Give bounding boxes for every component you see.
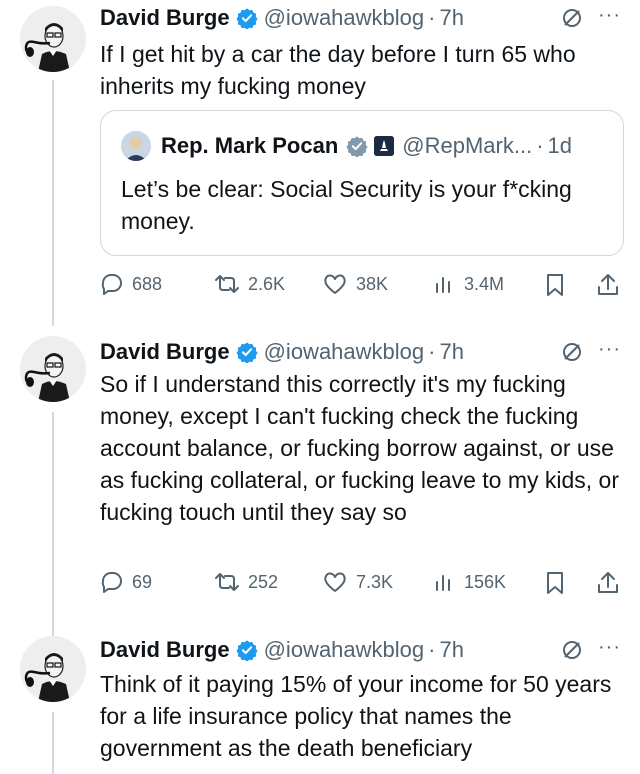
share-icon <box>598 572 618 593</box>
author-name[interactable]: David Burge <box>100 339 230 365</box>
thread-line <box>52 712 54 774</box>
tweet-header: David Burge @iowahawkblog · 7h <box>100 636 620 664</box>
like-button[interactable]: 38K <box>322 272 388 296</box>
quoted-author-name: Rep. Mark Pocan <box>161 133 339 158</box>
quoted-tweet-text: Let’s be clear: Social Security is your … <box>121 176 572 234</box>
author-handle[interactable]: @iowahawkblog <box>264 5 425 31</box>
bookmark-button[interactable] <box>544 272 574 298</box>
quoted-tweet-header: Rep. Mark Pocan @RepMark... · 1d <box>121 131 572 161</box>
tweet[interactable]: David Burge @iowahawkblog · 7h ··· If I … <box>0 0 640 326</box>
tweet[interactable]: David Burge @iowahawkblog · 7h ··· Think… <box>0 636 640 774</box>
share-button[interactable] <box>596 570 628 596</box>
separator-dot: · <box>428 637 436 662</box>
tweet-time[interactable]: 7h <box>439 5 463 31</box>
separator-dot: · <box>428 339 436 364</box>
avatar[interactable] <box>20 6 86 72</box>
reply-button[interactable]: 69 <box>100 570 152 594</box>
quoted-tweet-time: 1d <box>547 133 573 158</box>
tweet-actions: 69 252 7.3K 156K <box>100 570 630 600</box>
bookmark-button[interactable] <box>544 570 574 596</box>
share-icon <box>598 274 618 295</box>
views-icon <box>436 575 450 591</box>
more-icon[interactable]: ··· <box>598 636 621 659</box>
tweet[interactable]: David Burge @iowahawkblog · 7h ··· So if… <box>0 336 640 638</box>
views-button[interactable]: 156K <box>434 570 506 594</box>
tweet-header: David Burge @iowahawkblog · 7h <box>100 4 620 32</box>
tweet-header: David Burge @iowahawkblog · 7h <box>100 338 620 366</box>
like-button[interactable]: 7.3K <box>322 570 393 594</box>
grok-icon[interactable] <box>560 340 584 364</box>
bookmark-icon <box>547 572 563 594</box>
views-count: 156K <box>464 571 507 592</box>
more-icon[interactable]: ··· <box>598 338 621 361</box>
like-icon <box>324 274 346 294</box>
bookmark-icon <box>547 274 563 296</box>
like-icon <box>324 572 346 592</box>
grok-icon[interactable] <box>560 6 584 30</box>
more-icon[interactable]: ··· <box>598 4 621 27</box>
separator-dot: · <box>536 133 544 158</box>
share-button[interactable] <box>596 272 628 298</box>
tweet-text: If I get hit by a car the day before I t… <box>100 41 576 99</box>
quoted-tweet[interactable]: Rep. Mark Pocan @RepMark... · 1d Let’s b… <box>100 110 624 256</box>
repost-count: 2.6K <box>248 273 286 294</box>
repost-icon <box>215 573 239 591</box>
verified-badge-icon <box>346 136 368 157</box>
quoted-avatar <box>121 131 151 161</box>
reply-icon <box>101 572 122 593</box>
views-icon <box>436 277 450 293</box>
verified-badge-icon <box>235 342 258 363</box>
avatar[interactable] <box>20 336 86 402</box>
verified-badge-icon <box>235 640 258 661</box>
tweet-text: Think of it paying 15% of your income fo… <box>100 671 612 761</box>
reply-button[interactable]: 688 <box>100 272 162 296</box>
government-flag-icon <box>374 136 395 156</box>
like-count: 7.3K <box>356 571 394 592</box>
separator-dot: · <box>428 5 436 30</box>
reply-count: 688 <box>132 273 163 294</box>
reply-icon <box>101 274 122 295</box>
quoted-author-handle: @RepMark... <box>402 133 533 158</box>
avatar[interactable] <box>20 636 86 702</box>
verified-badge-icon <box>235 8 258 29</box>
views-button[interactable]: 3.4M <box>434 272 504 296</box>
like-count: 38K <box>356 273 389 294</box>
tweet-time[interactable]: 7h <box>439 339 463 365</box>
thread-line <box>52 80 54 326</box>
tweet-time[interactable]: 7h <box>439 637 463 663</box>
author-handle[interactable]: @iowahawkblog <box>264 637 425 663</box>
author-name[interactable]: David Burge <box>100 637 230 663</box>
repost-button[interactable]: 2.6K <box>214 272 285 296</box>
tweet-actions: 688 2.6K 38K 3.4M <box>100 272 630 302</box>
repost-button[interactable]: 252 <box>214 570 278 594</box>
thread-line <box>52 412 54 638</box>
tweet-text: So if I understand this correctly it's m… <box>100 371 620 525</box>
views-count: 3.4M <box>464 273 505 294</box>
repost-icon <box>215 275 239 293</box>
author-handle[interactable]: @iowahawkblog <box>264 339 425 365</box>
reply-count: 69 <box>132 571 153 592</box>
grok-icon[interactable] <box>560 638 584 662</box>
repost-count: 252 <box>248 571 279 592</box>
author-name[interactable]: David Burge <box>100 5 230 31</box>
